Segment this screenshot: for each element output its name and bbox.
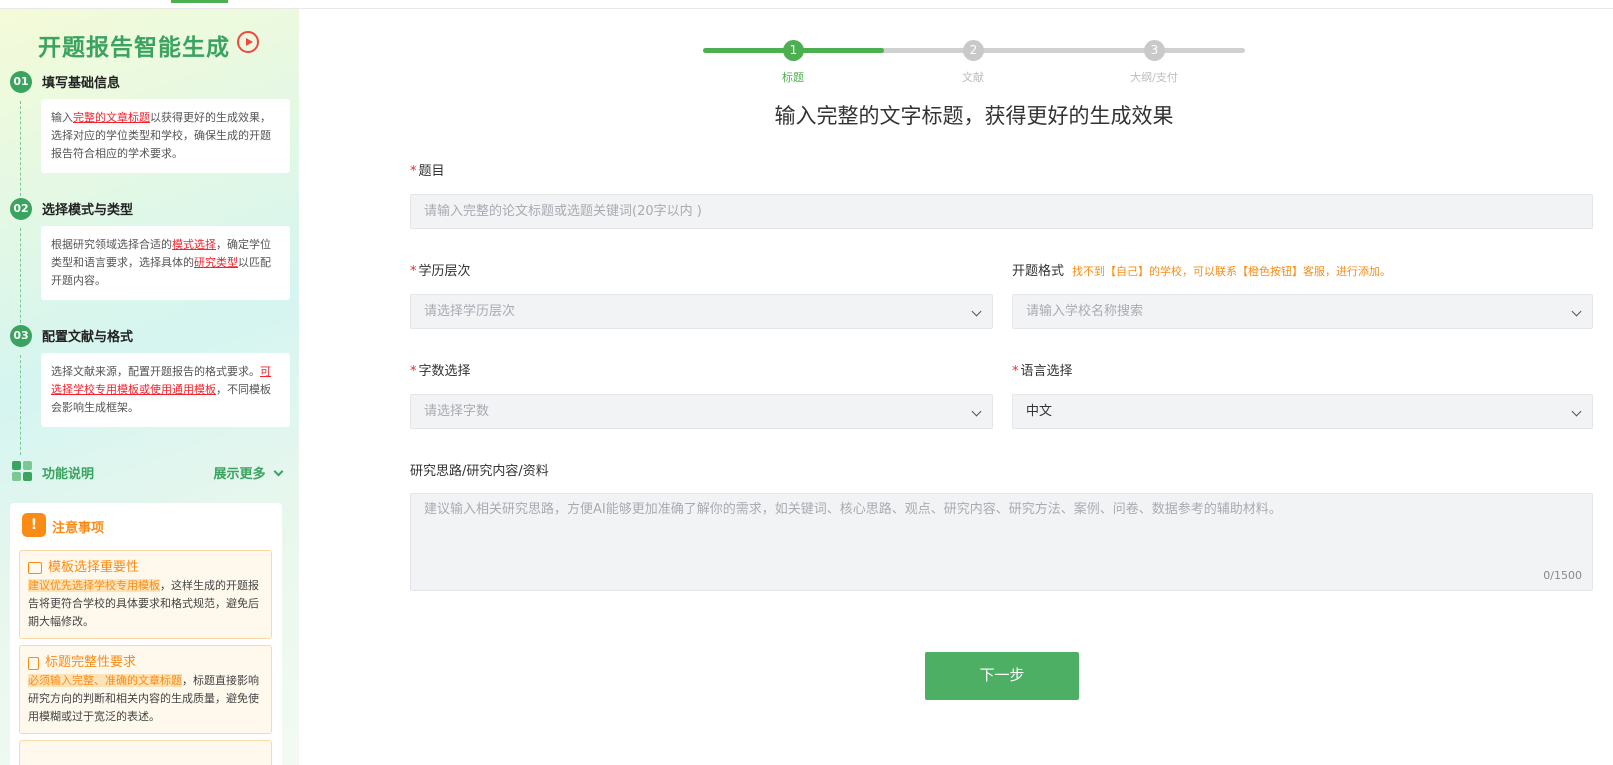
step-description: 根据研究领域选择合适的模式选择，确定学位类型和语言要求，选择具体的研究类型以匹配…: [41, 226, 290, 300]
language-select[interactable]: 中文: [1012, 394, 1593, 429]
degree-select-placeholder: 请选择学历层次: [424, 304, 516, 319]
step-description: 选择文献来源，配置开题报告的格式要求。可选择学校专用模板或使用通用模板，不同模板…: [41, 353, 290, 427]
step-text: 根据研究领域选择合适的: [51, 238, 172, 251]
title-input[interactable]: 请输入完整的论文标题或选题关键词(20字以内 ): [410, 194, 1593, 229]
word-count-select[interactable]: 请选择字数: [410, 394, 993, 429]
chevron-down-icon: [1571, 406, 1582, 417]
notice-card-title-text: 标题完整性要求: [45, 655, 137, 670]
step-number: 02: [10, 198, 32, 220]
word-count-placeholder: 请选择字数: [424, 404, 490, 419]
language-select-value: 中文: [1026, 404, 1053, 419]
function-description-label: 功能说明: [42, 467, 95, 482]
book-icon: [28, 562, 42, 574]
format-hint: 找不到【自己】的学校，可以联系【橙色按钮】客服，进行添加。: [1072, 265, 1392, 278]
step-label-3: 大纲/支付: [1130, 71, 1178, 84]
required-mark: *: [1012, 364, 1019, 379]
notice-card-title: 标题完整性要求: [28, 654, 263, 672]
degree-select[interactable]: 请选择学历层次: [410, 294, 993, 329]
play-video-icon[interactable]: [237, 31, 259, 53]
sidebar-title: 开题报告智能生成: [38, 35, 230, 61]
notice-card-title: 模板选择重要性: [28, 559, 263, 577]
required-mark: *: [410, 364, 417, 379]
notice-highlight: 建议优先选择学校专用模板: [28, 579, 160, 592]
required-mark: *: [410, 164, 417, 179]
function-description-row: 功能说明 展示更多: [12, 459, 288, 483]
grid-apps-icon: [12, 461, 34, 481]
school-search-placeholder: 请输入学校名称搜索: [1026, 304, 1144, 319]
degree-label-text: 学历层次: [418, 264, 471, 279]
notice-card-more: [19, 740, 272, 765]
guide-sidebar: 开题报告智能生成 01 填写基础信息 输入完整的文章标题以获得更好的生成效果，选…: [0, 9, 299, 765]
top-bar: [0, 0, 1613, 9]
top-tab-indicator: [171, 0, 228, 3]
step-label-1: 标题: [782, 71, 804, 84]
format-label-text: 开题格式: [1012, 264, 1065, 279]
title-field-label: * 题目: [410, 160, 445, 179]
document-icon: [28, 656, 39, 670]
word-count-field-label: * 字数选择: [410, 360, 471, 379]
step-title: 配置文献与格式: [42, 330, 134, 345]
step-description: 输入完整的文章标题以获得更好的生成效果，选择对应的学位类型和学校，确保生成的开题…: [41, 99, 290, 173]
step-highlight: 研究类型: [194, 256, 238, 269]
step-connector: [20, 228, 21, 328]
show-more-button[interactable]: 展示更多: [213, 463, 284, 482]
step-label-2: 文献: [962, 71, 984, 84]
notice-card-title-req: 标题完整性要求 必须输入完整、准确的文章标题，标题直接影响研究方向的判断和相关内…: [19, 645, 272, 734]
notice-panel: ! 注意事项 模板选择重要性 建议优先选择学校专用模板，这样生成的开题报告将更符…: [10, 503, 282, 765]
step-title: 选择模式与类型: [42, 203, 134, 218]
chevron-down-icon: [971, 306, 982, 317]
notice-card-title-text: 模板选择重要性: [48, 560, 140, 575]
research-placeholder: 建议输入相关研究思路，方便AI能够更加准确了解你的需求，如关键词、核心思路、观点…: [424, 502, 1282, 517]
chevron-down-icon: [273, 466, 284, 477]
required-mark: *: [410, 264, 417, 279]
word-count-label-text: 字数选择: [418, 364, 471, 379]
show-more-label: 展示更多: [213, 467, 266, 482]
language-label-text: 语言选择: [1020, 364, 1073, 379]
progress-stepper: 1 2 3 标题 文献 大纲/支付: [703, 38, 1245, 88]
next-step-button[interactable]: 下一步: [925, 652, 1079, 700]
step-number: 03: [10, 325, 32, 347]
step-highlight: 模式选择: [172, 238, 216, 251]
language-field-label: * 语言选择: [1012, 360, 1073, 379]
format-field-label: 开题格式 找不到【自己】的学校，可以联系【橙色按钮】客服，进行添加。: [1012, 260, 1391, 279]
char-counter: 0/1500: [1543, 569, 1582, 582]
notice-highlight: 必须输入完整、准确的文章标题: [28, 674, 182, 687]
step-connector: [20, 101, 21, 201]
step-title: 填写基础信息: [42, 76, 121, 91]
step-dot-2[interactable]: 2: [963, 40, 984, 61]
chevron-down-icon: [1571, 306, 1582, 317]
research-textarea[interactable]: 建议输入相关研究思路，方便AI能够更加准确了解你的需求，如关键词、核心思路、观点…: [410, 493, 1593, 591]
notice-title: 注意事项: [52, 521, 105, 536]
notice-card-template: 模板选择重要性 建议优先选择学校专用模板，这样生成的开题报告将更符合学校的具体要…: [19, 550, 272, 639]
step-text: 选择文献来源，配置开题报告的格式要求。: [51, 365, 260, 378]
degree-field-label: * 学历层次: [410, 260, 471, 279]
chevron-down-icon: [971, 406, 982, 417]
step-text: 输入: [51, 111, 73, 124]
research-field-label: 研究思路/研究内容/资料: [410, 464, 549, 479]
step-number: 01: [10, 71, 32, 93]
step-dot-1[interactable]: 1: [783, 40, 804, 61]
title-label-text: 题目: [418, 164, 445, 179]
page-headline: 输入完整的文字标题，获得更好的生成效果: [774, 104, 1174, 128]
step-highlight: 完整的文章标题: [73, 111, 150, 124]
warning-icon: !: [22, 513, 46, 537]
school-search-select[interactable]: 请输入学校名称搜索: [1012, 294, 1593, 329]
step-dot-3[interactable]: 3: [1144, 40, 1165, 61]
step-connector: [20, 355, 21, 455]
